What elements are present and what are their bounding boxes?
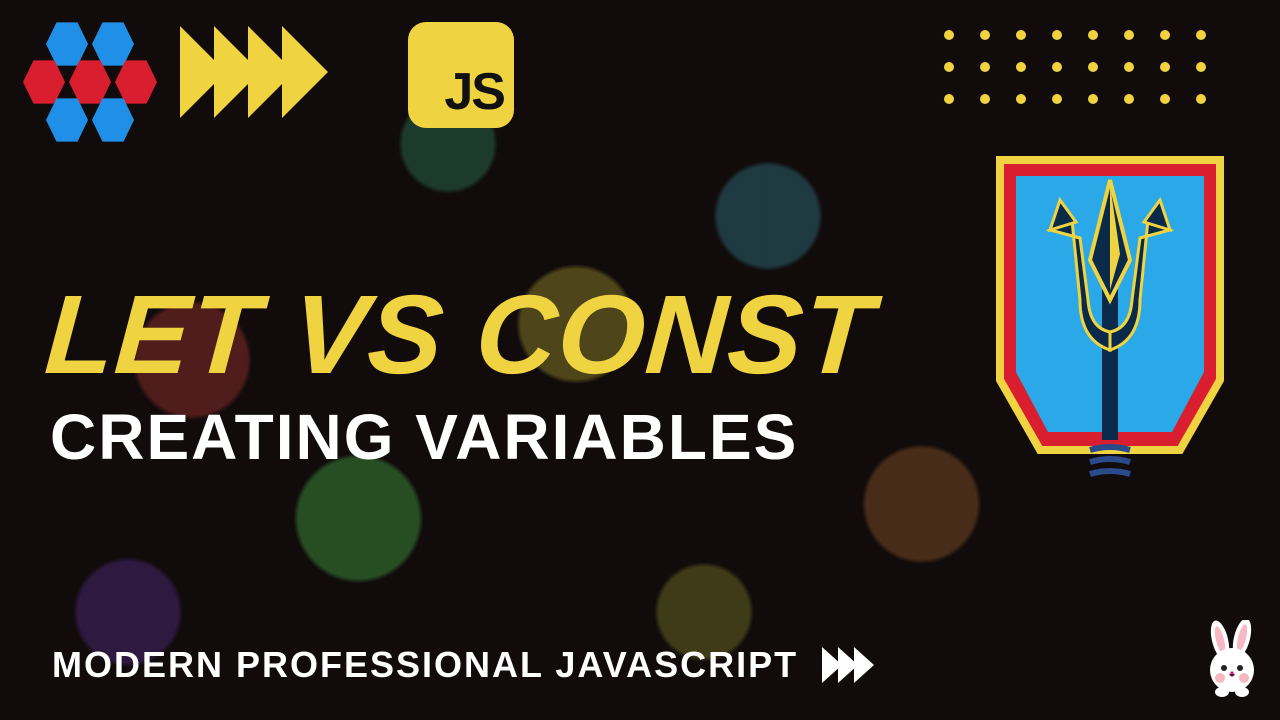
thumbnail-stage: JS LET VS CONST CREATING VARIABLES <box>0 0 1280 720</box>
javascript-logo-icon: JS <box>408 22 514 128</box>
dot-grid-decor <box>944 30 1232 126</box>
js-badge-text: JS <box>444 62 504 122</box>
trident-shield-logo <box>980 150 1240 490</box>
arrow-chevrons-large <box>180 26 316 118</box>
chevron-right-icon <box>854 647 874 683</box>
hex-cluster-logo <box>22 18 162 138</box>
chevron-right-icon <box>282 26 328 118</box>
footer-text: MODERN PROFESSIONAL JAVASCRIPT <box>52 644 798 686</box>
headline-title: LET VS CONST <box>41 270 877 399</box>
headline-subtitle: CREATING VARIABLES <box>50 400 798 474</box>
footer-row: MODERN PROFESSIONAL JAVASCRIPT <box>52 644 870 686</box>
arrow-chevrons-small <box>822 647 870 683</box>
bunny-icon <box>1194 620 1274 710</box>
